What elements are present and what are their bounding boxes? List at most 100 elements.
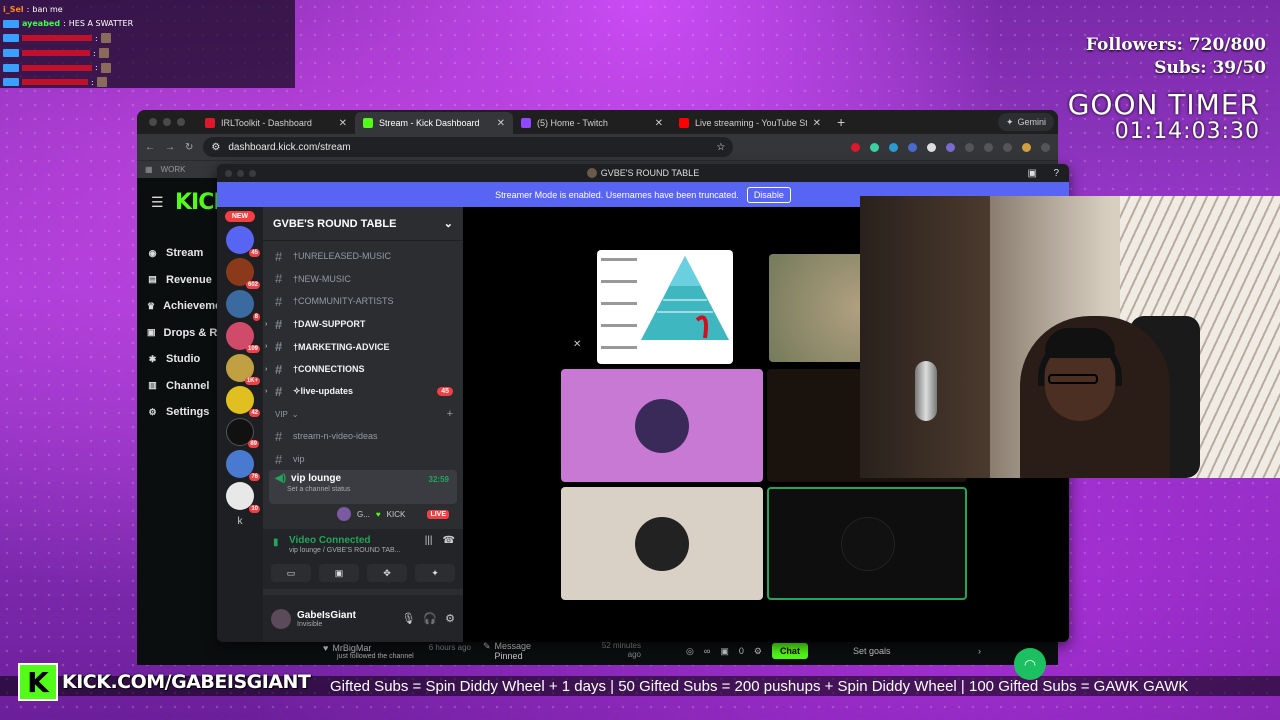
channel-status[interactable]: Set a channel status xyxy=(287,486,451,493)
screen-share-icon[interactable]: ▣ xyxy=(319,564,359,582)
site-info-icon[interactable]: ⚙ xyxy=(211,142,220,153)
back-icon[interactable]: ← xyxy=(145,142,155,153)
server-header[interactable]: GVBE'S ROUND TABLE ⌄ xyxy=(263,207,463,241)
chat-button[interactable]: Chat xyxy=(771,643,808,659)
gemini-button[interactable]: ✦ Gemini xyxy=(997,113,1054,131)
close-icon[interactable]: ✕ xyxy=(339,118,347,129)
speaker-icon: ◀) xyxy=(275,473,287,485)
server-item[interactable]: 1K+ xyxy=(226,354,260,385)
channel-daw-support[interactable]: › # †DAW-SUPPORT xyxy=(263,313,463,336)
channel-unreleased-music[interactable]: # †UNRELEASED-MUSIC xyxy=(263,245,463,268)
server-item[interactable]: 10 xyxy=(226,482,260,513)
headphones-icon[interactable]: 🎧 xyxy=(423,612,437,625)
noise-icon[interactable]: ||| xyxy=(425,535,433,546)
channel-community-artists[interactable]: # †COMMUNITY-ARTISTS xyxy=(263,290,463,313)
tab-strip: IRLToolkit - Dashboard ✕ Stream - Kick Da… xyxy=(137,110,1058,134)
soundboard-icon[interactable]: ✦ xyxy=(415,564,455,582)
server-item[interactable]: 8 xyxy=(226,290,260,321)
server-item[interactable]: 45 xyxy=(226,226,260,257)
new-tab-button[interactable]: + xyxy=(829,114,853,130)
chat-line: : xyxy=(3,75,292,90)
category-vip[interactable]: VIP ⌄ + xyxy=(263,403,463,425)
avatar[interactable] xyxy=(271,608,291,629)
server-item[interactable]: 76 xyxy=(226,450,260,481)
avatar xyxy=(337,507,351,522)
emote-icon xyxy=(98,48,109,59)
close-icon[interactable]: ✕ xyxy=(813,118,821,129)
tab-label: Live streaming - YouTube Stu xyxy=(695,118,807,128)
channel-marketing-advice[interactable]: › # †MARKETING-ADVICE xyxy=(263,335,463,358)
apps-icon[interactable]: ▦ xyxy=(145,165,153,174)
activities-icon[interactable]: ✥ xyxy=(367,564,407,582)
discord-titlebar: GVBE'S ROUND TABLE ▣ ? xyxy=(217,164,1069,182)
window-controls[interactable] xyxy=(225,170,256,177)
channel-vip[interactable]: # vip xyxy=(263,448,463,471)
emote-icon xyxy=(96,77,107,88)
extension-icon[interactable] xyxy=(851,142,860,152)
user-status: Invisible xyxy=(297,620,323,628)
server-item[interactable]: 89 xyxy=(226,418,259,448)
inbox-icon[interactable]: ▣ xyxy=(1028,168,1037,179)
extension-icon[interactable] xyxy=(946,142,955,152)
chat-line: i_Sel: ban me xyxy=(3,4,63,14)
add-channel-icon[interactable]: + xyxy=(447,408,453,420)
channel-connections[interactable]: › # †CONNECTIONS xyxy=(263,358,463,381)
close-icon[interactable]: ✕ xyxy=(655,118,663,129)
gear-icon[interactable]: ⚙ xyxy=(445,612,455,625)
forward-icon[interactable]: → xyxy=(165,142,175,153)
server-item[interactable]: 602 xyxy=(226,258,260,289)
nav-label: Revenue xyxy=(166,273,212,286)
chevron-right-icon: › xyxy=(265,343,268,351)
url-input[interactable]: ⚙ dashboard.kick.com/stream ☆ xyxy=(203,137,734,157)
extension-icon[interactable] xyxy=(1003,142,1012,152)
timer-value: 01:14:03:30 xyxy=(1114,119,1260,144)
extension-icon[interactable] xyxy=(927,142,936,152)
chat-line: : xyxy=(3,46,292,61)
menu-icon[interactable] xyxy=(1041,142,1050,152)
disconnect-icon[interactable]: ☎ xyxy=(443,535,455,546)
close-icon[interactable]: ✕ xyxy=(497,118,505,129)
extension-icon[interactable] xyxy=(965,142,974,152)
extension-icon[interactable] xyxy=(889,142,898,152)
tab-kick-dashboard[interactable]: Stream - Kick Dashboard ✕ xyxy=(355,112,513,134)
server-item-k[interactable]: k xyxy=(217,516,263,527)
disable-button[interactable]: Disable xyxy=(746,186,791,203)
server-item[interactable]: 109 xyxy=(226,322,260,353)
reload-icon[interactable]: ↻ xyxy=(185,142,193,153)
goal-stats: Followers: 720/800 Subs: 39/50 xyxy=(1086,34,1266,80)
extension-icon[interactable] xyxy=(870,142,879,152)
mic-icon[interactable]: 🎙 xyxy=(401,612,415,625)
profile-icon[interactable] xyxy=(1022,142,1031,152)
voice-channel-vip-lounge[interactable]: ◀) vip lounge 32:59 Set a channel status xyxy=(269,470,457,505)
participant-tile-speaking[interactable] xyxy=(767,487,967,600)
tab-youtube-studio[interactable]: Live streaming - YouTube Stu ✕ xyxy=(671,112,829,134)
hamburger-icon[interactable]: ☰ xyxy=(151,194,164,211)
extension-icon[interactable] xyxy=(984,142,993,152)
signal-icon[interactable]: ▮ xyxy=(273,537,279,548)
channel-new-music[interactable]: # †NEW-MUSIC xyxy=(263,268,463,291)
tab-irltoolkit[interactable]: IRLToolkit - Dashboard ✕ xyxy=(197,112,355,134)
settings-icon[interactable]: ⚙ xyxy=(754,646,762,657)
server-item[interactable]: 42 xyxy=(226,386,260,417)
bookmark-star-icon[interactable]: ☆ xyxy=(716,142,725,153)
window-title: GVBE'S ROUND TABLE xyxy=(600,168,700,178)
viewers-icon: ◎ xyxy=(686,645,694,656)
window-controls[interactable] xyxy=(149,118,185,126)
voice-user[interactable]: G... ♥ KICK LIVE xyxy=(263,504,463,524)
webcam-feed xyxy=(860,196,1280,478)
participant-tile[interactable] xyxy=(561,487,763,600)
help-icon[interactable]: ? xyxy=(1053,168,1059,179)
camera-icon[interactable]: ▭ xyxy=(271,564,311,582)
channel-label: stream-n-video-ideas xyxy=(293,431,378,442)
channel-stream-n-video-ideas[interactable]: # stream-n-video-ideas xyxy=(263,425,463,448)
headset-support-icon[interactable]: ◠ xyxy=(1014,648,1046,680)
extension-icon[interactable] xyxy=(908,142,917,152)
channel-live-updates[interactable]: › # ✧live-updates 45 xyxy=(263,381,463,404)
bookmark-folder[interactable]: WORK xyxy=(161,165,186,174)
tab-twitch[interactable]: (5) Home - Twitch ✕ xyxy=(513,112,671,134)
studio-icon: ✱ xyxy=(148,353,157,364)
new-badge[interactable]: NEW xyxy=(225,211,255,222)
participant-tile[interactable] xyxy=(561,369,763,482)
tab-label: (5) Home - Twitch xyxy=(537,118,608,128)
screen-share-pyramid[interactable] xyxy=(597,250,733,364)
